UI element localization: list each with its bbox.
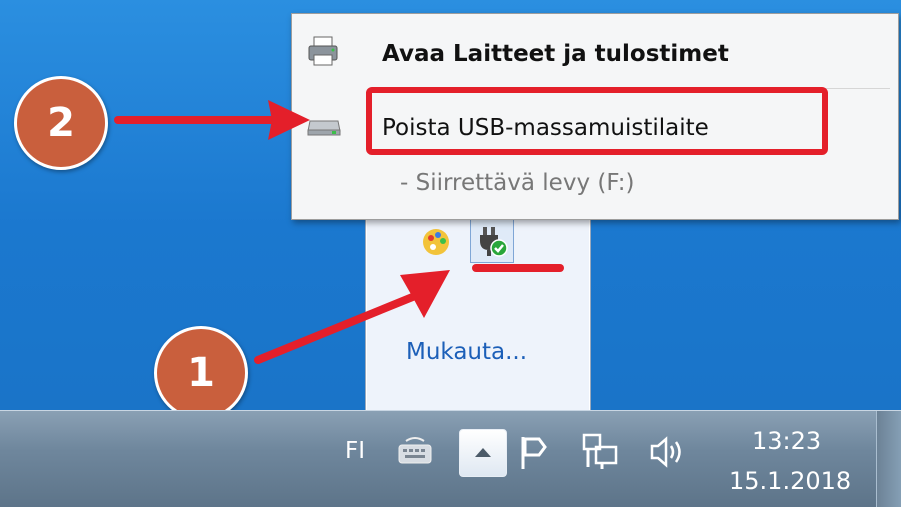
step-2-badge: 2 xyxy=(14,76,108,170)
clock-time[interactable]: 13:23 xyxy=(752,427,821,455)
arrow-1 xyxy=(254,270,450,364)
volume-icon[interactable] xyxy=(648,433,688,475)
keyboard-icon[interactable] xyxy=(396,433,434,473)
show-hidden-icons-arrow-icon xyxy=(473,444,493,463)
language-indicator[interactable]: FI xyxy=(345,438,365,464)
arrow-2 xyxy=(114,100,310,140)
network-icon[interactable] xyxy=(580,433,620,475)
step-1-badge: 1 xyxy=(154,326,248,420)
taskbar: FI 13:23 15.1.2018 xyxy=(0,410,901,507)
clock-date[interactable]: 15.1.2018 xyxy=(729,467,851,495)
show-hidden-icons-button[interactable] xyxy=(459,429,507,477)
show-desktop-button[interactable] xyxy=(876,411,901,507)
action-center-flag-icon[interactable] xyxy=(517,435,553,475)
